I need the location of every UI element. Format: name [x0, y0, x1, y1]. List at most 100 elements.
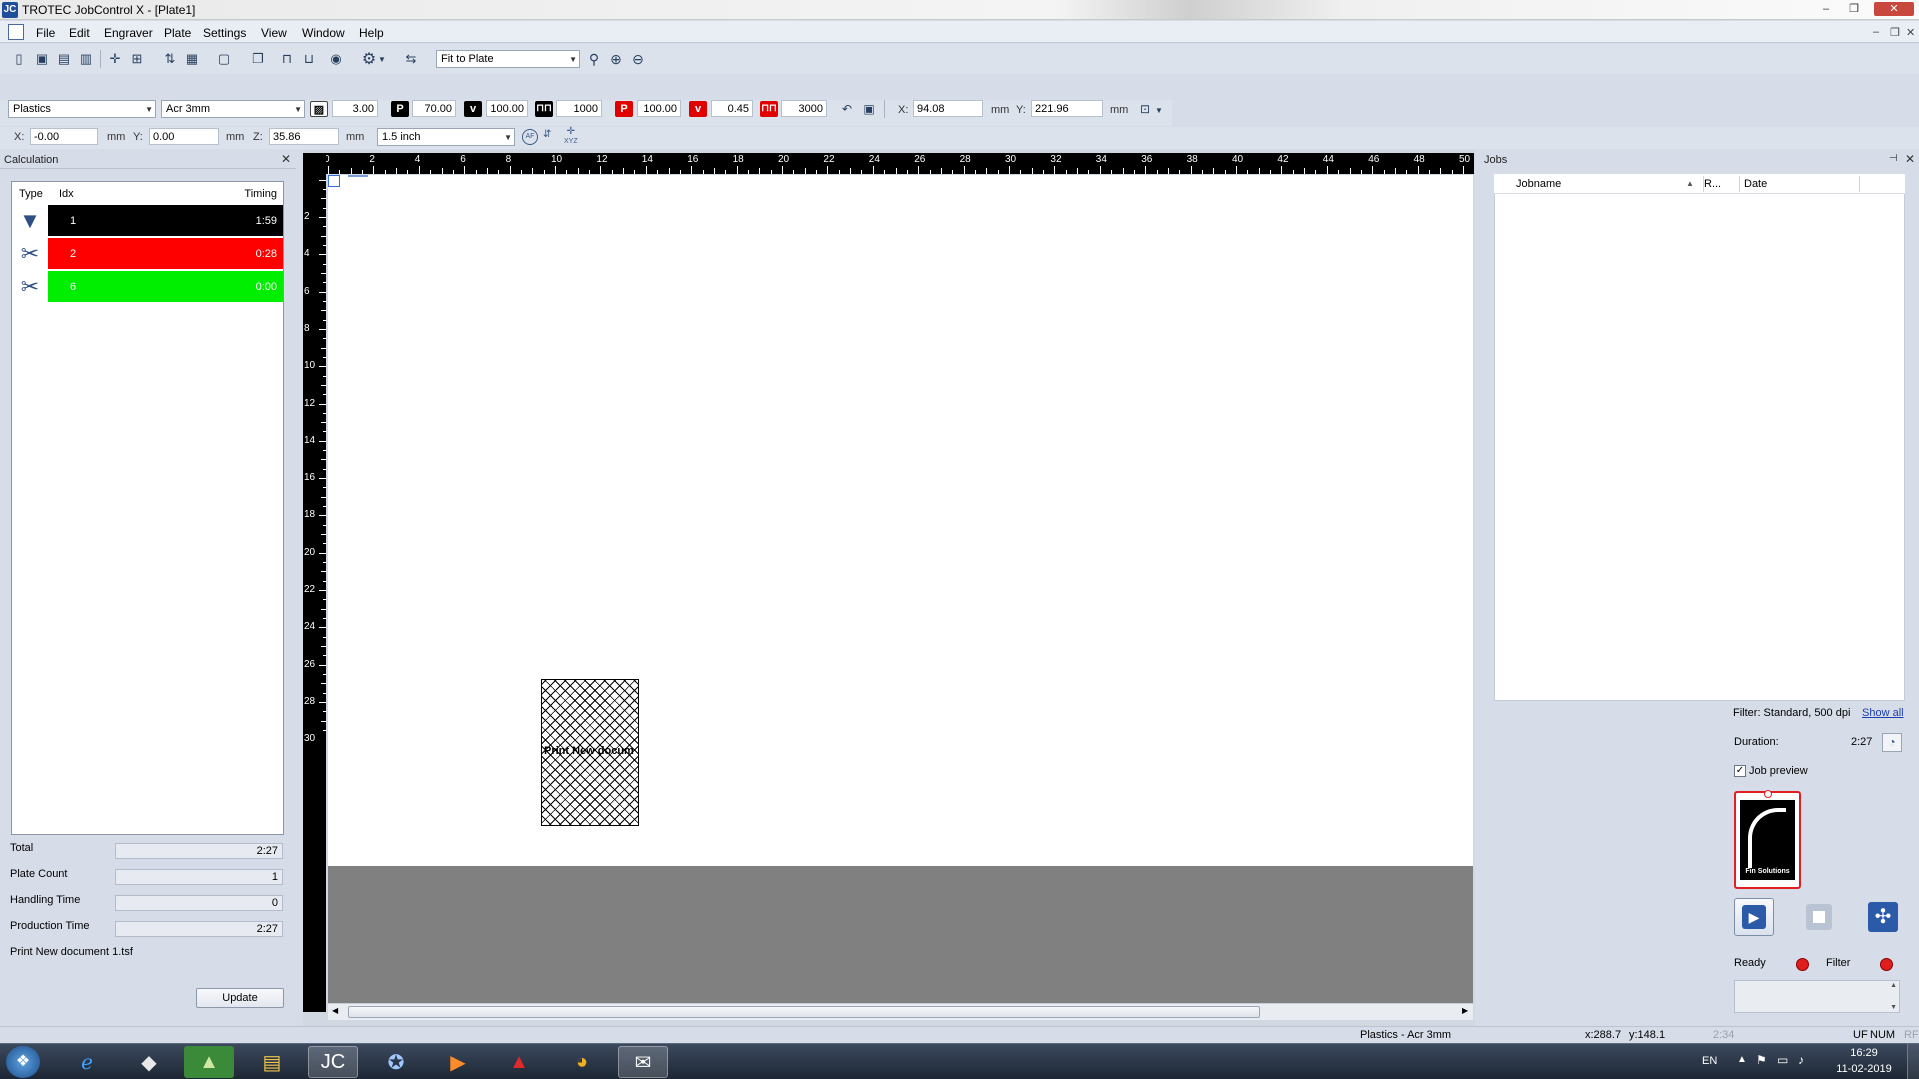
material-group-select[interactable]: Plastics ▼ — [8, 100, 156, 118]
menu-window[interactable]: Window — [302, 26, 345, 40]
minimize-button[interactable]: – — [1815, 2, 1837, 16]
job-preview-thumbnail[interactable]: Fin Solutions — [1734, 790, 1801, 889]
file-explorer-icon[interactable]: ▤ — [247, 1046, 297, 1078]
media-player-icon[interactable]: ▶ — [433, 1046, 483, 1078]
group-icon[interactable]: ⊓ — [278, 50, 296, 68]
jobs-list[interactable] — [1494, 174, 1905, 701]
show-desktop-button[interactable] — [1907, 1044, 1919, 1079]
table-row[interactable]: 2 0:28 — [48, 238, 283, 269]
cut-frequency-field[interactable]: 3000 — [781, 100, 827, 117]
maximize-button[interactable]: ❐ — [1843, 2, 1865, 16]
horizontal-scrollbar[interactable]: ◀ ▶ — [328, 1003, 1473, 1020]
scroll-down-icon[interactable]: ▼ — [1890, 1004, 1897, 1011]
start-job-button[interactable]: ▶ — [1734, 898, 1774, 936]
print-icon[interactable]: ▥ — [77, 50, 95, 68]
pos-y-field[interactable]: 221.96 — [1031, 100, 1103, 117]
head-x-field[interactable]: -0.00 — [30, 128, 98, 145]
acrobat-icon[interactable]: ▲ — [494, 1046, 544, 1078]
scroll-right-icon[interactable]: ▶ — [1462, 1006, 1468, 1015]
align-icon[interactable]: ⇅ — [161, 50, 179, 68]
chevron-down-icon[interactable]: ▼ — [377, 50, 387, 68]
save-icon[interactable]: ▣ — [33, 50, 51, 68]
inkscape-icon[interactable]: ◆ — [124, 1046, 174, 1078]
material-select[interactable]: Acr 3mm ▼ — [161, 100, 305, 118]
undo-icon[interactable]: ↶ — [838, 100, 856, 118]
show-hidden-icons[interactable]: ▲ — [1737, 1054, 1747, 1065]
menu-edit[interactable]: Edit — [69, 26, 90, 40]
coreldraw-icon[interactable]: ▲ — [184, 1046, 234, 1078]
document-icon[interactable] — [8, 24, 24, 40]
clock-time[interactable]: 16:29 — [1828, 1047, 1900, 1059]
engrave-ppi-field[interactable]: 1000 — [556, 100, 602, 117]
mdi-minimize-icon[interactable]: – — [1873, 26, 1879, 38]
exhaust-fan-icon[interactable]: ✣ — [1868, 902, 1898, 932]
connect-icon[interactable]: ⇆ — [402, 50, 420, 68]
volume-icon[interactable]: ♪ — [1798, 1053, 1804, 1067]
jobcontrol-taskbar-icon[interactable]: JC — [308, 1046, 358, 1078]
table-row[interactable]: 1 1:59 — [48, 205, 283, 236]
duplicate-icon[interactable]: ❐ — [249, 50, 267, 68]
menu-engraver[interactable]: Engraver — [104, 26, 153, 40]
arrange-icon[interactable]: ▢ — [215, 50, 233, 68]
cut-speed-field[interactable]: 0.45 — [711, 100, 753, 117]
preview-eye-icon[interactable]: ◉ — [327, 50, 345, 68]
mdi-close-icon[interactable]: ✕ — [1906, 26, 1915, 39]
refresh-duration-button[interactable]: ◔ — [1882, 733, 1902, 752]
clock-date[interactable]: 11-02-2019 — [1828, 1063, 1900, 1075]
start-button[interactable]: ❖ — [6, 1046, 40, 1078]
pin-icon[interactable]: ⊣ — [1889, 153, 1898, 164]
internet-explorer-icon[interactable]: ℯ — [62, 1046, 112, 1078]
message-box[interactable]: ▲ ▼ — [1734, 980, 1900, 1013]
language-indicator[interactable]: EN — [1702, 1055, 1717, 1067]
scroll-up-icon[interactable]: ▲ — [1890, 982, 1897, 989]
cut-power-field[interactable]: 100.00 — [637, 100, 681, 117]
pos-x-field[interactable]: 94.08 — [913, 100, 983, 117]
autofocus-button[interactable]: AF — [522, 129, 538, 145]
update-button[interactable]: Update — [196, 988, 284, 1008]
job-on-plate[interactable]: Print New docum — [541, 679, 639, 826]
lens-select[interactable]: 1.5 inch ▼ — [377, 128, 515, 146]
stop-job-button[interactable] — [1806, 904, 1832, 930]
show-all-link[interactable]: Show all — [1862, 707, 1904, 719]
save-material-icon[interactable]: ▣ — [860, 100, 878, 118]
close-button[interactable]: ✕ — [1874, 2, 1914, 16]
table-row[interactable]: 6 0:00 — [48, 271, 283, 302]
menu-plate[interactable]: Plate — [164, 26, 191, 40]
thickness-field[interactable]: 3.00 — [332, 100, 378, 117]
move-xyz-button[interactable]: ✛ XYZ — [564, 127, 578, 146]
focus-icon[interactable]: ⇵ — [543, 129, 551, 140]
new-icon[interactable]: ▯ — [10, 50, 28, 68]
engrave-speed-field[interactable]: 100.00 — [486, 100, 528, 117]
chrome-icon[interactable]: ◕ — [557, 1046, 607, 1078]
open-icon[interactable]: ▤ — [55, 50, 73, 68]
close-icon[interactable]: ✕ — [1905, 152, 1915, 166]
column-jobname[interactable]: Jobname — [1516, 178, 1561, 190]
column-date[interactable]: Date — [1744, 178, 1767, 190]
mdi-restore-icon[interactable]: ❐ — [1890, 26, 1900, 39]
job-preview-checkbox[interactable]: ✓ — [1734, 765, 1746, 777]
action-center-icon[interactable]: ⚑ — [1756, 1053, 1767, 1067]
trotec-printer-icon[interactable]: ✉ — [618, 1046, 668, 1078]
menu-file[interactable]: File — [36, 26, 55, 40]
position-icon[interactable]: ⊞ — [128, 50, 146, 68]
head-z-field[interactable]: 35.86 — [269, 128, 339, 145]
menu-view[interactable]: View — [261, 26, 287, 40]
zoom-icon[interactable]: ⚲ — [585, 50, 603, 68]
ungroup-icon[interactable]: ⊔ — [300, 50, 318, 68]
column-r[interactable]: R... — [1704, 178, 1721, 190]
close-icon[interactable]: ✕ — [281, 152, 291, 166]
menu-help[interactable]: Help — [359, 26, 384, 40]
zoom-in-icon[interactable]: ⊕ — [607, 50, 625, 68]
network-icon[interactable]: ▭ — [1777, 1053, 1788, 1067]
scroll-left-icon[interactable]: ◀ — [332, 1006, 338, 1015]
settings-gear-icon[interactable]: ⚙ — [360, 50, 378, 68]
plate-canvas[interactable] — [328, 175, 1473, 866]
chevron-down-icon[interactable]: ▼ — [1154, 101, 1164, 119]
position-anchor-icon[interactable]: ⊡ — [1136, 100, 1154, 118]
engrave-power-field[interactable]: 70.00 — [412, 100, 456, 117]
head-y-field[interactable]: 0.00 — [149, 128, 219, 145]
properties-icon[interactable]: ▦ — [183, 50, 201, 68]
menu-settings[interactable]: Settings — [203, 26, 246, 40]
zoom-out-icon[interactable]: ⊖ — [629, 50, 647, 68]
zoom-mode-select[interactable]: Fit to Plate ▼ — [436, 50, 580, 68]
